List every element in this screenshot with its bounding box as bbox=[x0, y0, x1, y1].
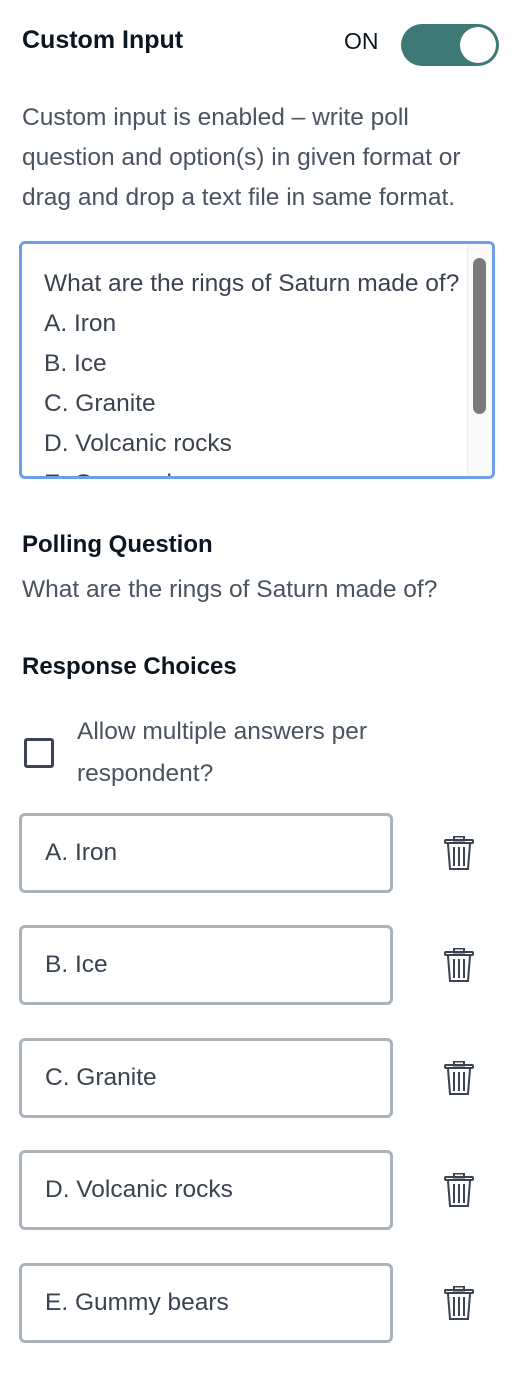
textarea-content[interactable]: What are the rings of Saturn made of? A.… bbox=[44, 264, 464, 476]
custom-input-toggle[interactable] bbox=[401, 24, 499, 66]
choice-value[interactable]: C. Granite bbox=[45, 1041, 157, 1115]
toggle-knob bbox=[460, 27, 496, 63]
choice-input[interactable]: B. Ice bbox=[19, 925, 393, 1005]
toggle-state-label: ON bbox=[344, 28, 379, 54]
polling-question-heading: Polling Question bbox=[22, 531, 213, 558]
trash-icon[interactable] bbox=[444, 1061, 474, 1095]
choice-value[interactable]: A. Iron bbox=[45, 816, 117, 890]
allow-multiple-checkbox[interactable] bbox=[24, 738, 54, 768]
choice-value[interactable]: D. Volcanic rocks bbox=[45, 1153, 233, 1227]
textarea-scrollbar[interactable] bbox=[467, 244, 492, 476]
scrollbar-thumb[interactable] bbox=[473, 258, 486, 414]
choice-input[interactable]: E. Gummy bears bbox=[19, 1263, 393, 1343]
response-choices-heading: Response Choices bbox=[22, 653, 237, 680]
choice-input[interactable]: A. Iron bbox=[19, 813, 393, 893]
choice-input[interactable]: C. Granite bbox=[19, 1038, 393, 1118]
custom-input-textarea[interactable]: What are the rings of Saturn made of? A.… bbox=[19, 241, 495, 479]
polling-question-text: What are the rings of Saturn made of? bbox=[22, 576, 438, 603]
choice-value[interactable]: E. Gummy bears bbox=[45, 1266, 229, 1340]
trash-icon[interactable] bbox=[444, 1286, 474, 1320]
custom-input-description: Custom input is enabled – write poll que… bbox=[22, 104, 461, 211]
trash-icon[interactable] bbox=[444, 948, 474, 982]
custom-input-title: Custom Input bbox=[22, 26, 184, 54]
trash-icon[interactable] bbox=[444, 836, 474, 870]
trash-icon[interactable] bbox=[444, 1173, 474, 1207]
allow-multiple-label[interactable]: Allow multiple answers per respondent? bbox=[77, 711, 437, 795]
choice-value[interactable]: B. Ice bbox=[45, 928, 108, 1002]
choice-input[interactable]: D. Volcanic rocks bbox=[19, 1150, 393, 1230]
